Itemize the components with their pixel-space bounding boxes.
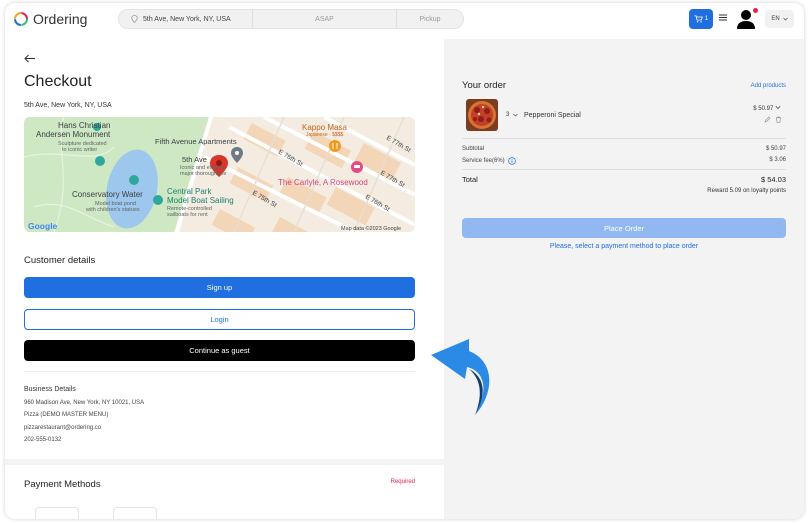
checkout-address: 5th Ave, New York, NY, USA xyxy=(24,102,112,109)
checkout-panel: Checkout 5th Ave, New York, NY, USA Hans… xyxy=(5,39,444,459)
pizza-image xyxy=(466,99,498,131)
payment-method-option[interactable] xyxy=(113,507,157,519)
business-details: Business Details 960 Madison Ave, New Yo… xyxy=(24,384,144,447)
service-fee-value: $ 3.06 xyxy=(769,157,786,163)
order-type-selector[interactable]: Pickup xyxy=(397,10,463,28)
cart-button[interactable]: 1 xyxy=(689,9,713,29)
signup-button[interactable]: Sign up xyxy=(24,277,415,298)
business-phone: 202-555-0132 xyxy=(24,437,62,443)
curved-arrow-icon xyxy=(431,339,490,415)
product-price-value: $ 50.97 xyxy=(753,106,774,112)
top-header: Ordering 5th Ave, New York, NY, USA ASAP… xyxy=(5,3,804,39)
map-label: Hans Christian xyxy=(58,121,110,130)
google-logo: Google xyxy=(28,221,58,231)
product-actions xyxy=(764,116,782,123)
notification-dot xyxy=(753,8,758,13)
payment-methods-title: Payment Methods xyxy=(24,479,101,490)
map-attribution: Map data ©2023 Google xyxy=(341,225,401,232)
place-order-button[interactable]: Place Order xyxy=(462,218,786,238)
map-label: 5th Ave xyxy=(182,155,207,164)
location-pin-icon xyxy=(131,15,138,23)
product-price: $ 50.97 xyxy=(753,105,781,112)
order-summary-panel: Your order Add products 3 Pepperoni Spec… xyxy=(449,39,804,519)
map-label: Kappo Masa xyxy=(302,123,347,132)
your-order-title: Your order xyxy=(462,80,507,91)
payment-warning-text: Please, select a payment method to place… xyxy=(549,243,699,250)
quantity-value: 3 xyxy=(506,112,510,118)
subtotal-value: $ 50.97 xyxy=(765,146,786,152)
trash-icon[interactable] xyxy=(775,116,782,123)
required-badge: Required xyxy=(390,479,415,485)
restaurant-pin-icon xyxy=(329,140,341,152)
total-value: $ 54.03 xyxy=(760,175,786,184)
subtotal-label: Subtotal xyxy=(462,146,485,152)
time-text: ASAP xyxy=(315,15,334,23)
continue-guest-button[interactable]: Continue as guest xyxy=(24,340,415,361)
customer-details-title: Customer details xyxy=(24,255,96,266)
service-fee-label: Service fee(6%) xyxy=(462,158,505,164)
cart-icon xyxy=(694,15,703,23)
edit-pencil-icon[interactable] xyxy=(764,116,771,123)
add-products-link[interactable]: Add products xyxy=(751,83,786,89)
map-label: with children's statues xyxy=(85,207,140,213)
loyalty-reward-text: Reward 5.09 on loyalty points xyxy=(707,188,786,194)
logo-text: Ordering xyxy=(33,11,88,27)
page-title: Checkout xyxy=(24,73,92,90)
chevron-down-icon xyxy=(513,113,519,117)
back-arrow-icon[interactable] xyxy=(24,54,36,63)
map-label: Andersen Monument xyxy=(36,130,111,139)
brand-logo[interactable]: Ordering xyxy=(13,11,87,27)
subtotal-row: Subtotal $ 50.97 xyxy=(462,146,786,152)
map-label: major thoroughfare xyxy=(180,171,226,177)
business-address: 960 Madison Ave, New York, NY 10021, USA xyxy=(24,399,145,406)
map-label: Conservatory Water xyxy=(72,190,143,199)
address-selector[interactable]: 5th Ave, New York, NY, USA xyxy=(119,10,253,28)
business-email: pizzarestaurant@ordering.co xyxy=(24,424,102,431)
map-canvas: Hans Christian Andersen Monument Sculptu… xyxy=(24,117,415,232)
chevron-down-icon xyxy=(782,17,788,21)
quantity-selector[interactable]: 3 xyxy=(506,112,519,118)
order-type-text: Pickup xyxy=(419,15,441,23)
login-button[interactable]: Login xyxy=(24,309,415,330)
map-label: Fifth Avenue Apartments xyxy=(155,137,237,146)
location-map[interactable]: Hans Christian Andersen Monument Sculptu… xyxy=(24,117,415,232)
language-text: EN xyxy=(771,16,780,22)
cart-count: 1 xyxy=(704,16,709,22)
hotel-pin-icon xyxy=(351,161,363,173)
map-label: Central Park xyxy=(167,187,212,196)
info-icon[interactable] xyxy=(507,157,516,165)
map-label: Japanese · $$$$ xyxy=(306,132,343,138)
map-label: The Carlyle, A Rosewood xyxy=(278,178,368,187)
service-fee-row: Service fee(6%) $ 3.06 xyxy=(462,157,786,165)
business-name: Pizza (DEMO MASTER MENU) xyxy=(24,412,109,418)
map-label: sailboats for rent xyxy=(167,212,208,218)
payment-method-option[interactable] xyxy=(35,507,79,519)
total-label: Total xyxy=(462,175,478,184)
app-window: Ordering 5th Ave, New York, NY, USA ASAP… xyxy=(5,3,804,519)
time-selector[interactable]: ASAP xyxy=(253,10,397,28)
ordering-logo-icon xyxy=(14,12,28,26)
order-divider xyxy=(462,138,786,139)
business-details-heading: Business Details xyxy=(24,386,76,393)
address-text: 5th Ave, New York, NY, USA xyxy=(143,15,231,23)
payment-methods-panel: Payment Methods Required xyxy=(5,465,444,519)
order-divider xyxy=(462,169,786,170)
section-divider xyxy=(24,371,415,372)
product-image xyxy=(466,99,498,131)
map-label: Model Boat Sailing xyxy=(167,196,234,205)
total-row: Total $ 54.03 xyxy=(462,175,786,184)
chevron-down-icon[interactable] xyxy=(775,105,781,110)
language-selector[interactable]: EN xyxy=(765,10,794,28)
service-fee-label-group: Service fee(6%) xyxy=(462,157,516,165)
product-name: Pepperoni Special xyxy=(524,112,581,119)
map-label: to iconic writer xyxy=(62,147,97,153)
hamburger-menu-icon[interactable] xyxy=(719,14,727,21)
order-context-bar: 5th Ave, New York, NY, USA ASAP Pickup xyxy=(118,9,464,29)
